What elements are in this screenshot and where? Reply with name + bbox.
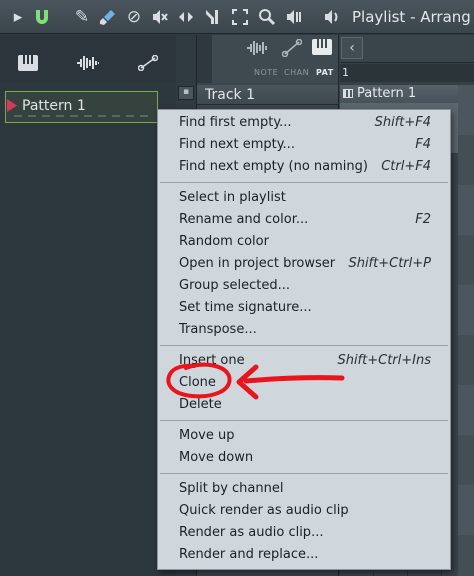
menu-separator [160,345,448,346]
menu-item-move-up[interactable]: Move up [158,425,450,447]
pattern-item-label: Pattern 1 [22,98,86,114]
speaker-icon[interactable] [322,7,342,27]
chevron-left-icon[interactable]: ‹ [341,37,363,59]
pattern-marker-icon [7,99,17,112]
pattern-clip[interactable]: Pattern 1 [340,85,474,103]
slice-icon[interactable] [202,7,222,27]
menu-separator [160,182,448,183]
automation-icon[interactable] [137,54,159,76]
slip-icon[interactable] [176,7,196,27]
menu-item-render-as-audio-clip[interactable]: Render as audio clip... [158,522,450,544]
menu-item-quick-render-as-audio-clip[interactable]: Quick render as audio clip [158,500,450,522]
pattern-list-item[interactable]: Pattern 1 [5,91,158,123]
menu-item-transpose[interactable]: Transpose... [158,319,450,341]
zoom-icon[interactable] [257,7,277,27]
pattern-preview [14,115,149,117]
tab-chan[interactable]: CHAN [284,68,309,77]
track-name: Track 1 [205,87,255,103]
menu-item-split-by-channel[interactable]: Split by channel [158,478,450,500]
menu-item-insert-one[interactable]: Insert one Shift+Ctrl+Ins [158,350,450,372]
menu-item-clone[interactable]: Clone [158,372,450,394]
waveform-icon[interactable] [76,55,100,76]
tab-pat[interactable]: PAT [316,68,334,77]
panel-toggle-button[interactable]: ▪ [178,86,194,100]
delete-circle-icon[interactable]: ⊘ [124,7,144,27]
playback-icon[interactable] [284,7,304,27]
menu-item-move-down[interactable]: Move down [158,447,450,469]
piano-icon[interactable] [18,55,38,76]
tab-note[interactable]: NOTE [254,68,278,77]
menu-item-set-time-signature[interactable]: Set time signature... [158,297,450,319]
picker-tabs [0,35,176,83]
view-mode-tabs: NOTE CHAN PAT [212,35,338,83]
play-arrow-icon[interactable]: ▸ [8,7,28,27]
main-toolbar: ▸ ✎ ⊘ Playlist - Arrang [0,0,474,34]
bar-number: 1 [342,66,349,79]
automation-icon[interactable] [281,38,303,62]
menu-item-render-and-replace[interactable]: Render and replace... [158,544,450,566]
track-header[interactable]: Track 1 [197,85,339,105]
timeline-ruler[interactable]: 1 [340,64,474,82]
paint-brush-icon[interactable] [98,7,118,27]
menu-item-select-in-playlist[interactable]: Select in playlist [158,187,450,209]
pattern-picker-panel: Pattern 1 [0,35,176,576]
menu-separator [160,420,448,421]
piano-icon[interactable] [312,39,332,60]
magnet-icon[interactable] [32,7,52,27]
window-title: Playlist - Arrang [352,8,471,26]
menu-item-group-selected[interactable]: Group selected... [158,275,450,297]
select-icon[interactable] [230,7,250,27]
menu-item-find-next-empty[interactable]: Find next empty... F4 [158,134,450,156]
track-lane-stripes [458,85,474,576]
playlist-nav-strip: ‹ [340,35,474,63]
menu-separator [160,473,448,474]
mute-icon[interactable] [150,7,170,27]
waveform-icon[interactable] [246,39,270,62]
menu-item-find-first-empty[interactable]: Find first empty... Shift+F4 [158,112,450,134]
menu-item-rename-and-color[interactable]: Rename and color... F2 [158,209,450,231]
menu-item-open-in-project-browser[interactable]: Open in project browser Shift+Ctrl+P [158,253,450,275]
clip-label: Pattern 1 [357,86,417,101]
pencil-icon[interactable]: ✎ [72,7,92,27]
pattern-clip-icon [343,89,353,98]
menu-item-random-color[interactable]: Random color [158,231,450,253]
menu-item-delete[interactable]: Delete [158,394,450,416]
context-menu: Find first empty... Shift+F4 Find next e… [157,109,451,570]
menu-item-find-next-empty-no-naming[interactable]: Find next empty (no naming) Ctrl+F4 [158,156,450,178]
